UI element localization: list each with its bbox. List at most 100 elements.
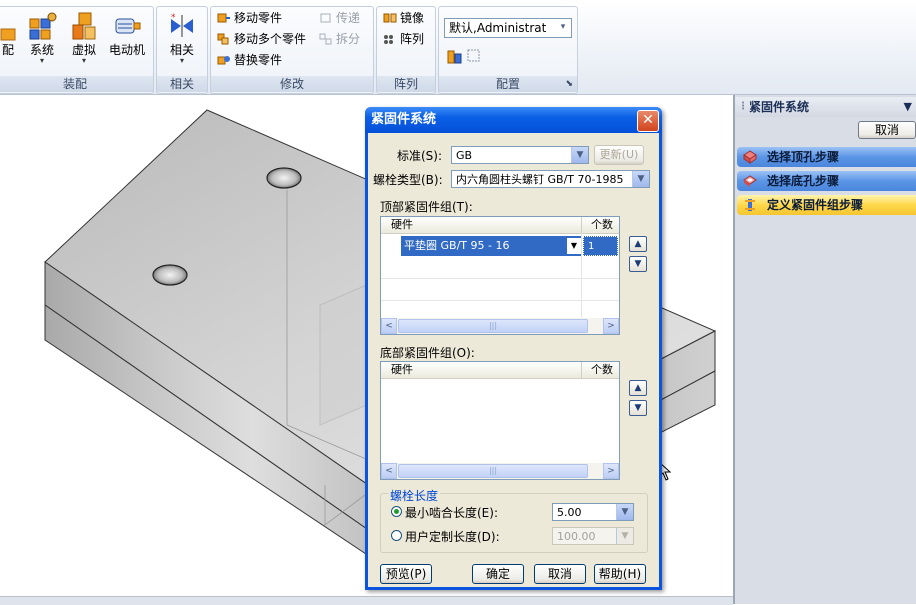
transfer-button[interactable]: 传递 <box>319 9 360 27</box>
scroll-thumb[interactable]: ||| <box>398 464 588 478</box>
transfer-icon <box>319 11 333 23</box>
mirror-icon <box>383 11 397 23</box>
horizontal-scrollbar[interactable]: < ||| > <box>381 318 619 334</box>
group-array: 镜像 阵列 阵列 <box>376 6 436 94</box>
hardware-value: 平垫圈 GB/T 95 - 16 <box>404 239 510 252</box>
count-cell[interactable]: 1 <box>583 236 618 256</box>
mirror-button[interactable]: 镜像 <box>383 9 424 27</box>
motor-label: 电动机 <box>108 43 145 57</box>
replace-part-label: 替换零件 <box>234 53 283 67</box>
system-button[interactable]: 系统 ▾ <box>24 11 60 65</box>
pattern-button[interactable]: 阵列 <box>383 30 424 48</box>
user-defined-label: 用户定制长度(D): <box>405 530 500 544</box>
pattern-label: 阵列 <box>400 32 425 46</box>
preview-button[interactable]: 预览(P) <box>380 564 432 584</box>
bolt-type-label: 螺栓类型(B): <box>373 173 443 187</box>
bottom-hole-icon <box>743 174 757 188</box>
min-engage-select[interactable]: 5.00 ▼ <box>552 503 634 521</box>
bottom-fastener-grid[interactable]: 硬件 个数 < ||| > <box>380 361 620 480</box>
virtual-component-icon <box>69 11 99 41</box>
user-defined-value: 100.00 <box>557 530 596 543</box>
svg-text:*: * <box>171 13 176 23</box>
disperse-button[interactable]: 拆分 <box>319 30 360 48</box>
pane-menu-icon[interactable]: ▼ <box>904 97 912 117</box>
pattern-icon <box>383 32 397 44</box>
top-hole-icon <box>743 150 757 164</box>
chevron-down-icon: ▾ <box>39 56 44 65</box>
move-multiple-parts-button[interactable]: 移动多个零件 <box>217 30 306 48</box>
group-modify: 移动零件 移动多个零件 替换零件 传递 拆分 修改 <box>210 6 374 94</box>
pane-title: 紧固件系统 <box>749 100 810 114</box>
configuration-value: 默认,Administrat <box>449 21 547 35</box>
motor-button[interactable]: 电动机 <box>105 11 149 57</box>
scroll-right-icon[interactable]: > <box>603 318 619 334</box>
fastener-system-dialog: 紧固件系统 ✕ 标准(S): GB ▼ 更新(U) 螺栓类型(B): 内六角圆柱… <box>365 107 662 590</box>
dialog-launcher-icon[interactable]: ⬊ <box>565 76 573 92</box>
grid-col-divider <box>581 233 582 317</box>
standard-select[interactable]: GB ▼ <box>451 146 589 164</box>
chevron-down-icon: ▾ <box>81 56 86 65</box>
disperse-label: 拆分 <box>336 32 361 46</box>
move-part-button[interactable]: 移动零件 <box>217 9 282 27</box>
step-label: 定义紧固件组步骤 <box>767 198 864 212</box>
related-label: 相关 <box>169 43 194 57</box>
move-multiple-parts-icon <box>217 32 231 45</box>
motor-icon <box>112 11 142 41</box>
virtual-label: 虚拟 <box>71 43 96 57</box>
fastener-stack-icon <box>743 198 757 212</box>
ok-button[interactable]: 确定 <box>472 564 524 584</box>
step-define-fastener-group[interactable]: 定义紧固件组步骤 <box>737 195 916 215</box>
scroll-left-icon[interactable]: < <box>381 463 397 479</box>
table-row[interactable]: 平垫圈 GB/T 95 - 16 ▼ 1 <box>401 236 618 256</box>
replace-part-button[interactable]: 替换零件 <box>217 51 282 69</box>
pane-cancel-button[interactable]: 取消 <box>858 121 916 139</box>
standard-label: 标准(S): <box>397 149 443 163</box>
step-select-top-hole[interactable]: 选择顶孔步骤 <box>737 147 916 167</box>
move-part-label: 移动零件 <box>234 11 283 25</box>
scroll-left-icon[interactable]: < <box>381 318 397 334</box>
step-select-bottom-hole[interactable]: 选择底孔步骤 <box>737 171 916 191</box>
horizontal-scrollbar[interactable]: < ||| > <box>381 463 619 479</box>
configuration-select[interactable]: 默认,Administrat ▾ <box>444 18 572 38</box>
user-defined-radio[interactable] <box>391 530 402 541</box>
chevron-down-icon[interactable]: ▼ <box>567 238 581 254</box>
min-engage-radio[interactable] <box>391 506 402 517</box>
hardware-cell[interactable]: 平垫圈 GB/T 95 - 16 ▼ <box>401 236 581 256</box>
pane-grip-icon: ⋮ <box>738 101 748 112</box>
header-hardware: 硬件 <box>391 218 413 231</box>
chevron-down-icon: ▼ <box>571 147 588 163</box>
group-assembly: 配 系统 ▾ 虚拟 ▾ 电动机 装配 <box>0 6 154 94</box>
dialog-title-bar[interactable]: 紧固件系统 ✕ <box>365 107 662 133</box>
help-button[interactable]: 帮助(H) <box>594 564 646 584</box>
group-title-config: 配置 ⬊ <box>439 76 577 92</box>
cancel-button[interactable]: 取消 <box>534 564 586 584</box>
step-label: 选择底孔步骤 <box>767 174 840 188</box>
mirror-label: 镜像 <box>400 11 425 25</box>
replace-part-icon <box>217 53 231 65</box>
group-title-related: 相关 <box>157 76 207 92</box>
top-fastener-grid[interactable]: 硬件 个数 平垫圈 GB/T 95 - 16 ▼ 1 < ||| > <box>380 216 620 335</box>
chevron-down-icon: ▼ <box>616 528 633 544</box>
config-display-icon[interactable] <box>447 48 463 64</box>
chevron-down-icon: ▼ <box>616 504 633 520</box>
disperse-icon <box>319 32 333 45</box>
config-options-icon[interactable] <box>467 49 481 63</box>
close-icon[interactable]: ✕ <box>637 110 659 132</box>
bolt-length-title: 螺栓长度 <box>388 487 441 504</box>
chevron-down-icon: ▾ <box>179 56 184 65</box>
min-engage-value: 5.00 <box>557 506 582 519</box>
related-button[interactable]: * 相关 ▾ <box>161 11 203 65</box>
assemble-button[interactable]: 配 <box>0 11 19 57</box>
update-button[interactable]: 更新(U) <box>594 145 644 165</box>
scroll-right-icon[interactable]: > <box>603 463 619 479</box>
bolt-type-select[interactable]: 内六角圆柱头螺钉 GB/T 70-1985 ▼ <box>451 170 650 188</box>
move-down-button[interactable]: ▼ <box>629 400 647 416</box>
move-down-button[interactable]: ▼ <box>629 256 647 272</box>
user-defined-select[interactable]: 100.00 ▼ <box>552 527 634 545</box>
virtual-button[interactable]: 虚拟 ▾ <box>67 11 101 65</box>
system-icon <box>27 11 57 41</box>
scroll-thumb[interactable]: ||| <box>398 319 588 333</box>
assemble-label: 配 <box>1 43 14 57</box>
move-up-button[interactable]: ▲ <box>629 236 647 252</box>
move-up-button[interactable]: ▲ <box>629 380 647 396</box>
